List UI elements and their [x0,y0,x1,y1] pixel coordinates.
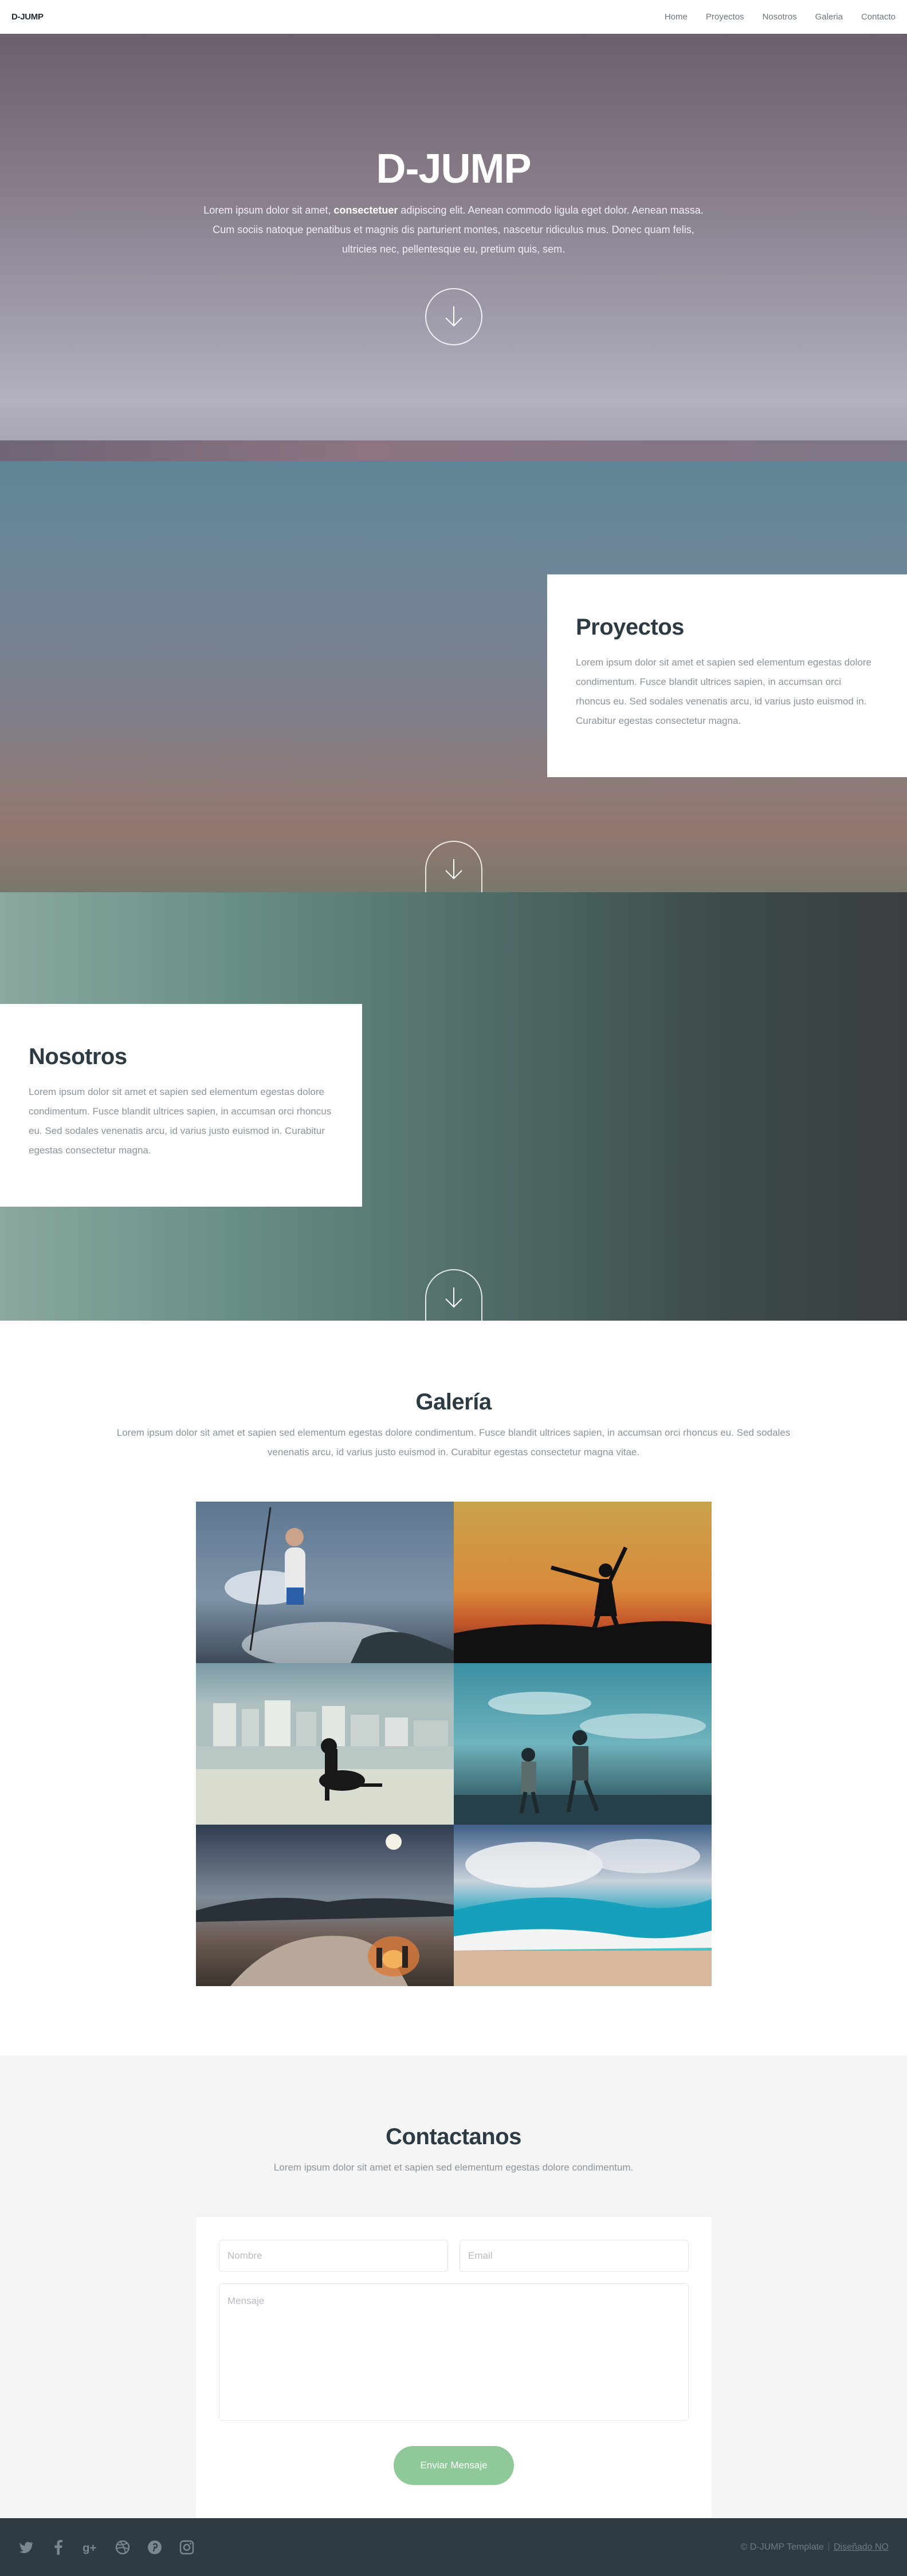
nav-link-home[interactable]: Home [665,12,688,22]
gallery-image-wave[interactable] [454,1825,712,1986]
nav-link-galeria[interactable]: Galeria [815,12,843,22]
nosotros-text: Lorem ipsum dolor sit amet et sapien sed… [29,1086,332,1156]
message-field[interactable] [219,2283,689,2421]
copyright-text: © D-JUMP Template [740,2542,824,2552]
facebook-icon[interactable] [50,2539,66,2555]
svg-text:g+: g+ [83,2541,97,2554]
google-plus-icon[interactable]: g+ [83,2539,99,2555]
nav-link-proyectos[interactable]: Proyectos [706,12,744,22]
name-field[interactable] [219,2240,448,2272]
proyectos-card: Proyectos Lorem ipsum dolor sit amet et … [547,574,907,777]
footer: g+ © D-JUMP Template Diseñado NO [0,2518,907,2576]
scroll-down-button[interactable] [425,1269,482,1321]
proyectos-title: Proyectos [576,615,684,640]
galeria-text: Lorem ipsum dolor sit amet et sapien sed… [116,1427,791,1458]
gallery-image-beach-dog[interactable] [196,1663,454,1825]
gallery-image-night-campfire[interactable] [196,1825,454,1986]
credit-link[interactable]: Diseñado NO [834,2542,889,2552]
nav-link-nosotros[interactable]: Nosotros [763,12,797,22]
scroll-down-button[interactable] [425,288,482,345]
proyectos-text: Lorem ipsum dolor sit amet et sapien sed… [576,657,871,726]
nosotros-section: Nosotros Lorem ipsum dolor sit amet et s… [0,892,907,1321]
gallery-image-sunset-jump[interactable] [454,1502,712,1663]
nav-link-contacto[interactable]: Contacto [861,12,896,22]
gallery-image-couple-beach[interactable] [454,1663,712,1825]
hero-section: D-JUMP Lorem ipsum dolor sit amet, conse… [0,34,907,461]
arrow-down-icon [445,306,462,327]
hero-title: D-JUMP [376,146,531,192]
galeria-title: Galería [415,1389,492,1415]
social-links: g+ [18,2539,195,2555]
gallery-image-surfer[interactable] [196,1502,454,1663]
email-field[interactable] [460,2240,689,2272]
hero-content: D-JUMP Lorem ipsum dolor sit amet, conse… [0,145,907,259]
top-navbar: D-JUMP Home Proyectos Nosotros Galeria C… [0,0,907,34]
pinterest-icon[interactable] [147,2539,163,2555]
contacto-title: Contactanos [386,2124,521,2149]
send-message-button[interactable]: Enviar Mensaje [394,2446,514,2485]
scroll-down-button[interactable] [425,841,482,892]
hero-text-start: Lorem ipsum dolor sit amet, [203,204,334,216]
instagram-icon[interactable] [179,2539,195,2555]
gallery-grid [196,1502,712,1986]
contact-form: Enviar Mensaje [196,2217,712,2518]
arrow-down-icon [445,1287,462,1308]
contacto-section: Contactanos Lorem ipsum dolor sit amet e… [0,2055,907,2518]
contacto-text: Lorem ipsum dolor sit amet et sapien sed… [273,2162,634,2173]
proyectos-section: Proyectos Lorem ipsum dolor sit amet et … [0,461,907,892]
dribbble-icon[interactable] [115,2539,131,2555]
hero-text: Lorem ipsum dolor sit amet, consectetuer… [196,200,712,259]
arrow-down-icon [445,859,462,880]
nosotros-title: Nosotros [29,1044,127,1069]
twitter-icon[interactable] [18,2539,34,2555]
galeria-section: Galería Lorem ipsum dolor sit amet et sa… [0,1321,907,2055]
footer-credits: © D-JUMP Template Diseñado NO [740,2542,889,2553]
hero-text-bold: consectetuer [333,204,398,216]
brand-logo[interactable]: D-JUMP [11,12,44,22]
nav-links: Home Proyectos Nosotros Galeria Contacto [646,12,896,22]
nosotros-card: Nosotros Lorem ipsum dolor sit amet et s… [0,1004,362,1207]
